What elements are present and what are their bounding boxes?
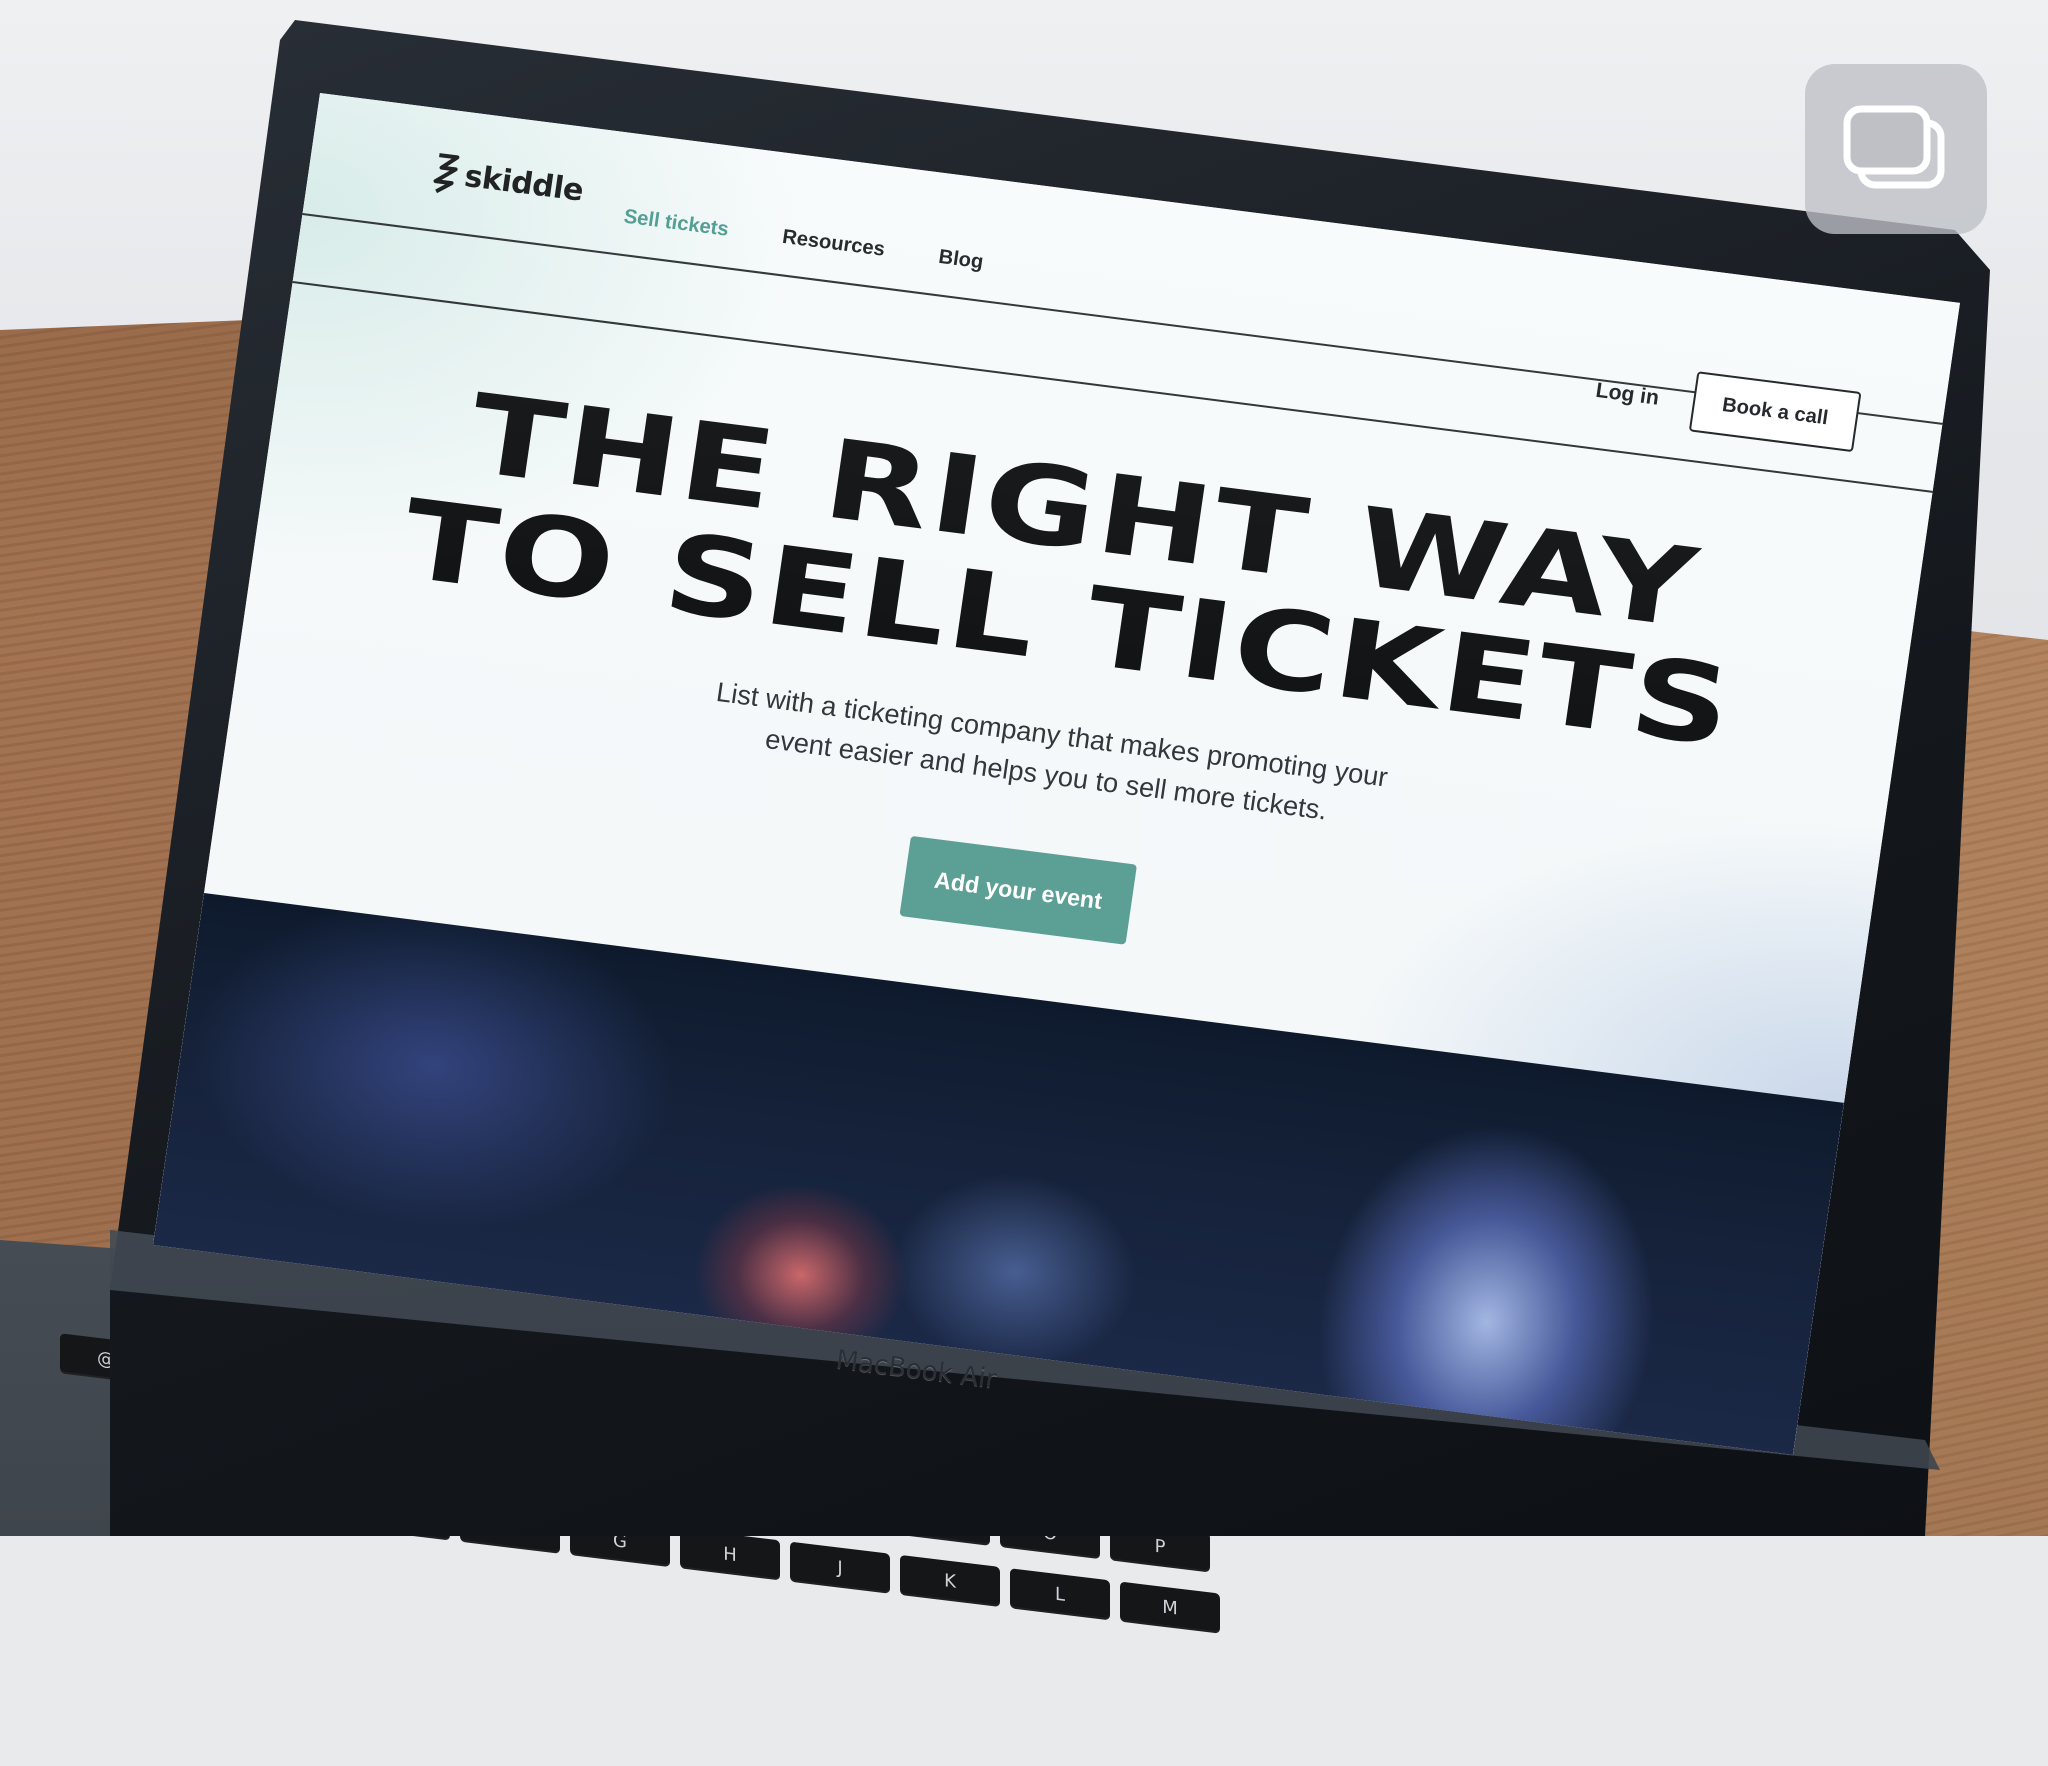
keyboard-key: M [1120,1581,1220,1634]
web-page: skiddle Sell tickets Resources Blog Log … [152,93,1961,1455]
gallery-stack-icon[interactable] [1805,64,1987,234]
nav-item-resources[interactable]: Resources [781,226,886,262]
hero-headline: THE RIGHT WAY TO SELL TICKETS [310,361,1842,777]
logo-text: skiddle [462,158,586,209]
main-nav: Sell tickets Resources Blog [622,205,985,275]
keyboard-key: H [680,1528,780,1581]
gallery-icon-glyph [1843,105,1945,189]
keyboard-key: L [1010,1568,1110,1621]
site-logo[interactable]: skiddle [428,150,586,211]
keyboard-key: J [790,1541,890,1594]
skiddle-logo-icon [433,153,460,194]
nav-item-blog[interactable]: Blog [937,246,985,275]
keyboard-key: K [900,1554,1000,1608]
laptop-screen: skiddle Sell tickets Resources Blog Log … [152,93,1961,1455]
add-event-button[interactable]: Add your event [899,835,1138,945]
nav-item-sell-tickets[interactable]: Sell tickets [622,205,730,241]
